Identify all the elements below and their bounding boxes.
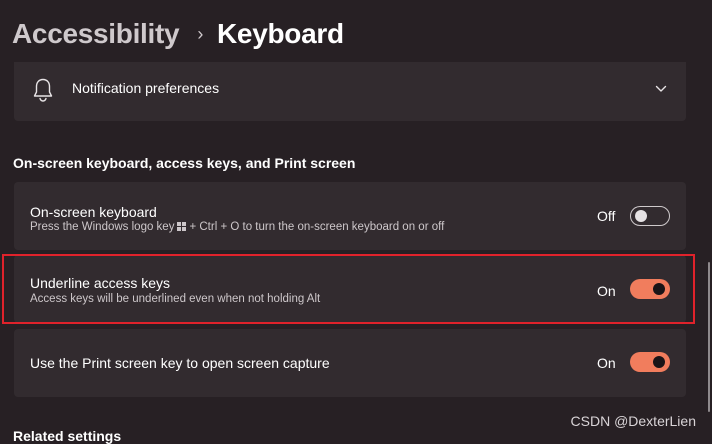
- on-screen-keyboard-title: On-screen keyboard: [30, 204, 157, 220]
- print-screen-toggle[interactable]: [630, 352, 670, 372]
- toggle-knob: [653, 356, 665, 368]
- section-heading: On-screen keyboard, access keys, and Pri…: [13, 155, 356, 171]
- on-screen-keyboard-state: Off: [597, 208, 616, 224]
- related-settings-heading: Related settings: [13, 428, 122, 444]
- on-screen-keyboard-setting: On-screen keyboard Press the Windows log…: [14, 182, 686, 250]
- chevron-down-icon[interactable]: [654, 82, 668, 96]
- breadcrumb: Accessibility › Keyboard: [12, 14, 344, 54]
- print-screen-setting: Use the Print screen key to open screen …: [14, 329, 686, 397]
- notification-preferences-expander[interactable]: Notification preferences: [14, 62, 686, 121]
- scrollbar[interactable]: [708, 262, 710, 412]
- highlight-box: [2, 254, 695, 324]
- breadcrumb-accessibility-link[interactable]: Accessibility: [12, 18, 180, 50]
- breadcrumb-separator: ›: [197, 23, 204, 44]
- watermark: CSDN @DexterLien: [570, 413, 696, 429]
- print-screen-state: On: [597, 355, 616, 371]
- print-screen-title: Use the Print screen key to open screen …: [30, 355, 330, 371]
- bell-icon: [33, 78, 53, 102]
- page-title: Keyboard: [217, 18, 344, 49]
- toggle-knob: [635, 210, 647, 222]
- windows-logo-icon: [177, 222, 187, 231]
- on-screen-keyboard-toggle[interactable]: [630, 206, 670, 226]
- notification-preferences-label: Notification preferences: [72, 80, 220, 96]
- on-screen-keyboard-description: Press the Windows logo key + Ctrl + O to …: [30, 221, 445, 233]
